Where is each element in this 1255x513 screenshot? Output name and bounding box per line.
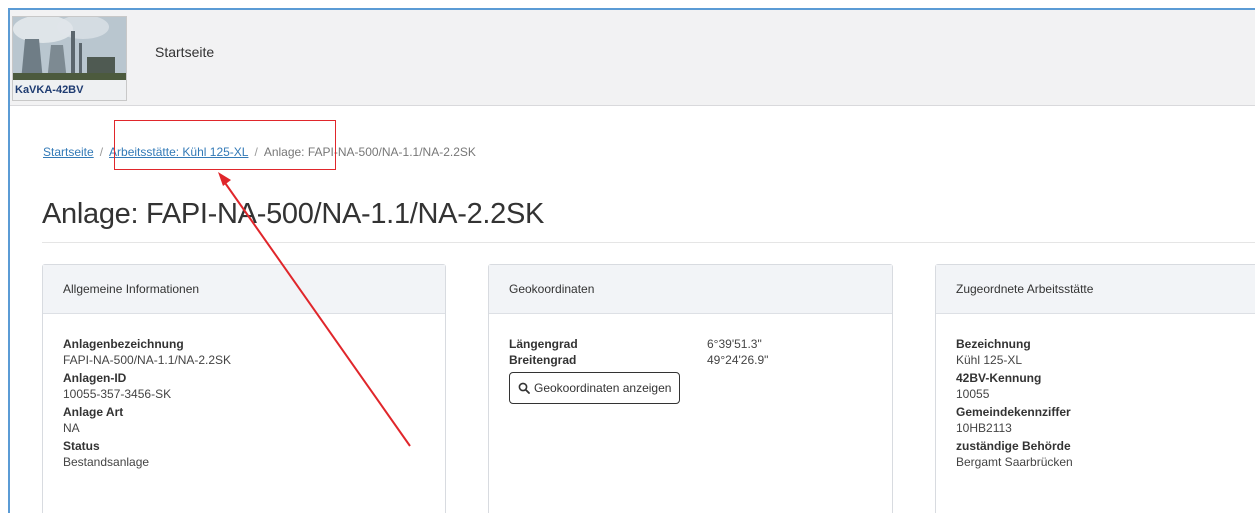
app-logo[interactable]: KaVKA-42BV [12,16,127,101]
card-general-info: Allgemeine Informationen Anlagenbezeichn… [42,264,446,513]
logo-label: KaVKA-42BV [13,80,126,100]
latitude-label: Breitengrad [509,353,577,367]
card-geo-title: Geokoordinaten [489,265,892,314]
field-value: 10055-357-3456-SK [63,387,172,401]
card-worksite-title: Zugeordnete Arbeitsstätte [936,265,1255,314]
breadcrumb: Startseite / Arbeitsstätte: Kühl 125-XL / An… [43,145,476,159]
longitude-row: Längengrad 6°39'51.3" [509,336,872,352]
nav-home-link[interactable]: Startseite [155,44,214,60]
field-value: Bestandsanlage [63,455,150,469]
card-general-title: Allgemeine Informationen [43,265,445,314]
latitude-value: 49°24'26.9" [707,353,769,367]
card-worksite: Zugeordnete Arbeitsstätte Bezeichnung Kü… [935,264,1255,513]
page-title: Anlage: FAPI-NA-500/NA-1.1/NA-2.2SK [42,198,545,230]
breadcrumb-separator: / [99,145,104,159]
power-plant-icon [13,17,126,82]
longitude-label: Längengrad [509,337,578,351]
field-label: zuständige Behörde [956,439,1071,453]
top-navbar: KaVKA-42BV Startseite [10,10,1255,106]
longitude-value: 6°39'51.3" [707,337,762,351]
field-value: Kühl 125-XL [956,353,1023,367]
search-icon [518,382,530,394]
field-label: Anlagenbezeichnung [63,337,184,351]
field-value: NA [63,421,80,435]
field-value: Bergamt Saarbrücken [956,455,1073,469]
breadcrumb-separator: / [254,145,258,159]
field-label: Bezeichnung [956,337,1031,351]
field-value: FAPI-NA-500/NA-1.1/NA-2.2SK [63,353,232,367]
field-label: Anlage Art [63,405,124,419]
browser-frame: KaVKA-42BV Startseite Startseite / Arbeits… [8,8,1255,513]
latitude-row: Breitengrad 49°24'26.9" [509,352,872,368]
breadcrumb-current: Anlage: FAPI-NA-500/NA-1.1/NA-2.2SK [263,145,476,159]
field-label: Gemeindekennziffer [956,405,1071,419]
card-geo: Geokoordinaten Längengrad 6°39'51.3" Bre… [488,264,893,513]
field-label: 42BV-Kennung [956,371,1042,385]
title-divider [42,242,1255,243]
field-value: 10055 [956,387,990,401]
breadcrumb-worksite[interactable]: Arbeitsstätte: Kühl 125-XL [109,145,248,159]
breadcrumb-home[interactable]: Startseite [43,145,94,159]
field-label: Status [63,439,100,453]
show-geocoordinates-label: Geokoordinaten anzeigen [534,381,672,395]
field-label: Anlagen-ID [63,371,127,385]
field-value: 10HB2113 [956,421,1012,435]
show-geocoordinates-button[interactable]: Geokoordinaten anzeigen [509,372,681,404]
